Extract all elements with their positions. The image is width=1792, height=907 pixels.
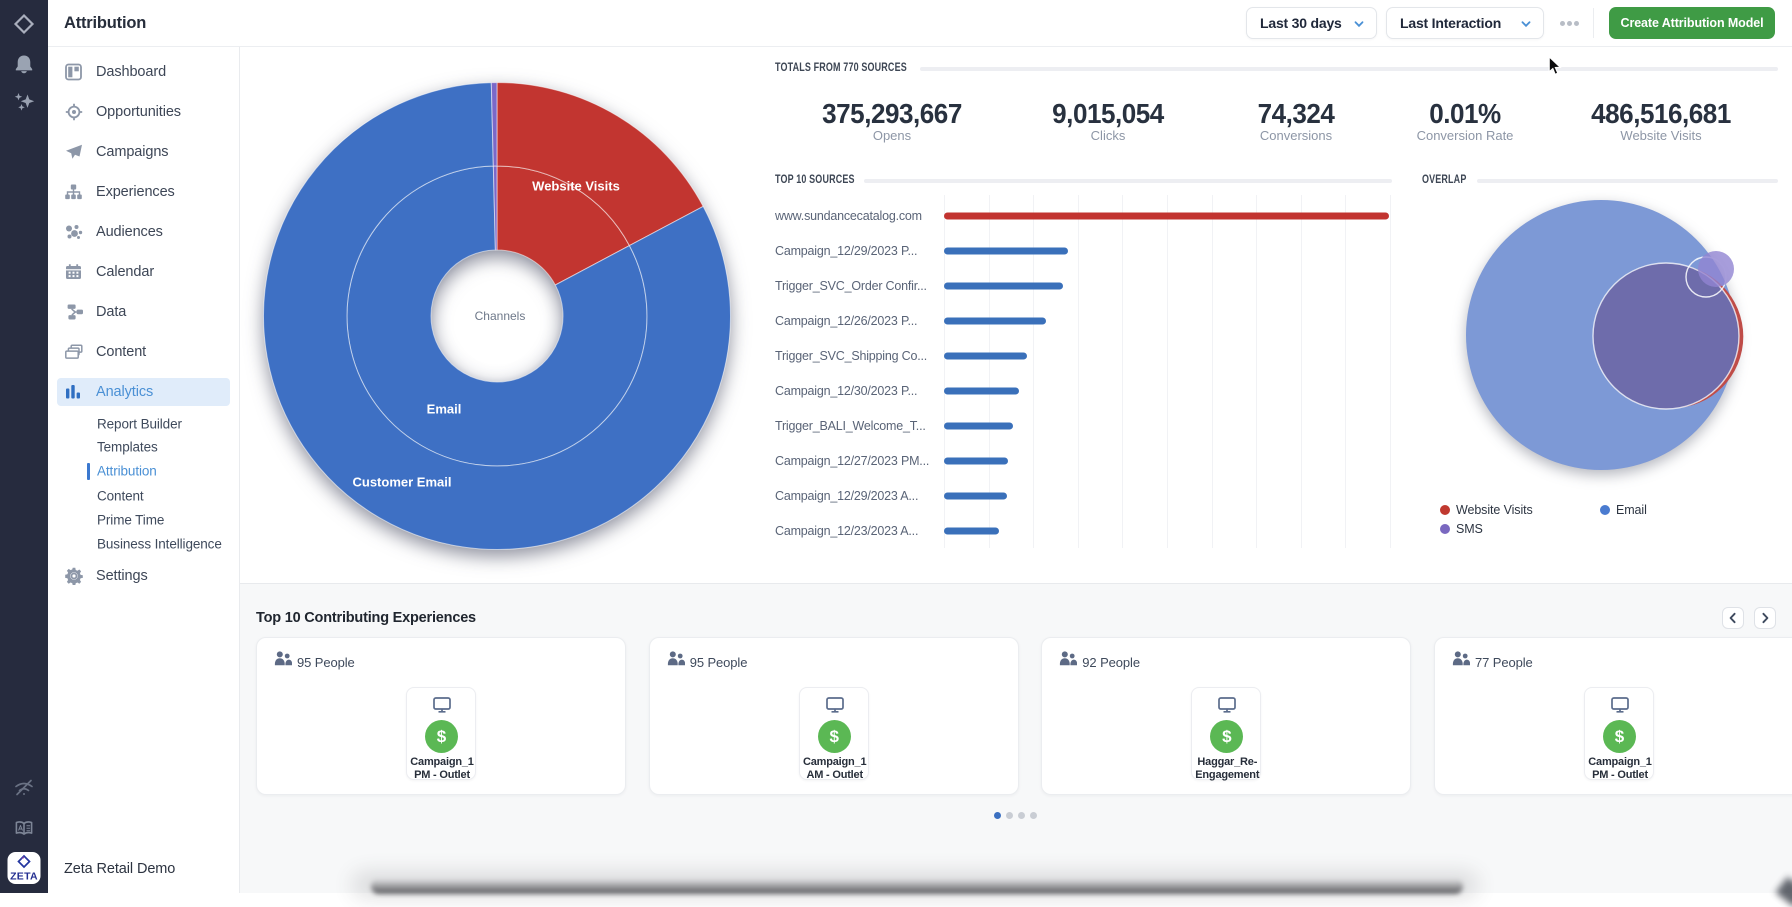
svg-text:Website Visits: Website Visits [532,179,620,194]
svg-text:Customer Email: Customer Email [353,475,452,490]
svg-text:Channels: Channels [475,309,526,323]
svg-text:Email: Email [427,402,462,417]
svg-text:ZETA: ZETA [10,871,38,883]
